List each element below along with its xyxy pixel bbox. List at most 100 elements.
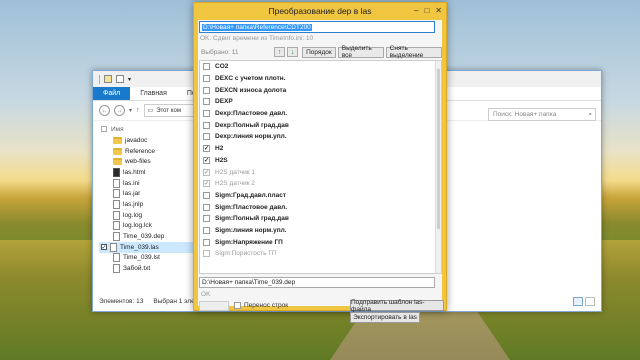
file-row[interactable]: las.html bbox=[99, 167, 199, 178]
reference-path-input[interactable]: D:\Новая+ папка\Reference\CDT200 bbox=[199, 21, 435, 33]
explorer-statusbar: Элементов: 13 Выбран 1 элем bbox=[99, 298, 199, 305]
file-row[interactable]: Time_039.dep bbox=[99, 231, 199, 242]
channel-checkbox[interactable] bbox=[203, 226, 210, 234]
quick-access-folder-icon[interactable] bbox=[104, 75, 112, 83]
channel-item[interactable]: Sigm:Град.давл.пласт bbox=[200, 190, 441, 202]
file-name: Time_039.las bbox=[120, 243, 159, 251]
move-up-icon[interactable]: ↑ bbox=[274, 47, 286, 57]
dialog-titlebar: Преобразование dep в las – □ ✕ bbox=[194, 3, 446, 19]
explorer-search-input[interactable]: Поиск: Новая+ папка ⌕ bbox=[488, 108, 596, 121]
file-row-checkbox[interactable]: ✓ bbox=[101, 244, 107, 251]
file-row[interactable]: web-files bbox=[99, 156, 199, 167]
select-all-checkbox[interactable] bbox=[101, 126, 107, 132]
quick-access-dropdown-icon[interactable]: ▾ bbox=[128, 76, 131, 83]
forward-arrow-icon[interactable]: → bbox=[114, 105, 125, 116]
channel-checkbox[interactable]: ✓ bbox=[203, 156, 210, 164]
channel-label: Sigm:Пористость ГП bbox=[215, 250, 277, 258]
move-down-icon[interactable]: ↓ bbox=[287, 47, 299, 57]
file-row[interactable]: log.log bbox=[99, 210, 199, 221]
channel-item[interactable]: ✓ H2S bbox=[200, 155, 441, 167]
channel-item[interactable]: DEXCN износа долота bbox=[200, 84, 441, 96]
ribbon-tab-home[interactable]: Главная bbox=[130, 87, 177, 100]
back-arrow-icon[interactable]: ← bbox=[99, 105, 110, 116]
up-arrow-icon[interactable]: ↑ bbox=[136, 107, 140, 114]
selected-count: Выбрано: 11 bbox=[201, 48, 239, 56]
search-icon: ⌕ bbox=[588, 110, 592, 118]
channel-label: H2 bbox=[215, 145, 224, 153]
channel-checkbox[interactable] bbox=[203, 63, 210, 71]
ribbon-tab-file[interactable]: Файл bbox=[93, 87, 131, 100]
file-row[interactable]: Reference bbox=[99, 146, 199, 157]
file-icon bbox=[113, 210, 120, 220]
channel-checkbox[interactable] bbox=[203, 215, 210, 223]
channel-checkbox[interactable] bbox=[203, 238, 210, 246]
search-placeholder: Поиск: Новая+ папка bbox=[493, 111, 557, 118]
channel-checkbox[interactable] bbox=[203, 203, 210, 211]
export-las-button[interactable]: Экспортировать в las bbox=[350, 312, 420, 323]
select-all-button[interactable]: Выделить все bbox=[337, 45, 384, 59]
quick-access-properties-icon[interactable] bbox=[116, 75, 124, 83]
dep-file-path-input[interactable]: D:\Новая+ папка\Time_039.dep bbox=[199, 277, 435, 288]
channel-toolbar: Выбрано: 11 ↑ ↓ Порядок Выделить все Сня… bbox=[198, 45, 442, 59]
channel-item[interactable]: Sigm:Напряжение ГП bbox=[200, 236, 441, 248]
channel-checkbox[interactable]: ✓ bbox=[203, 168, 210, 176]
edit-template-button[interactable]: Подправить шаблон las-файла bbox=[350, 299, 444, 313]
channel-checkbox[interactable]: ✓ bbox=[203, 180, 210, 188]
channel-label: DEXCN износа долота bbox=[215, 86, 287, 94]
close-icon[interactable]: ✕ bbox=[435, 6, 442, 15]
folder-icon bbox=[113, 158, 122, 166]
channel-item[interactable]: ✓ H2S датчик 2 bbox=[200, 178, 441, 190]
channel-checkbox[interactable] bbox=[203, 250, 210, 258]
channel-checkbox[interactable] bbox=[203, 133, 210, 141]
maximize-icon[interactable]: □ bbox=[424, 6, 429, 15]
channel-item[interactable]: Sigm:Пластовое давл. bbox=[200, 201, 441, 213]
file-row[interactable]: javadoc bbox=[99, 135, 199, 146]
order-button[interactable]: Порядок bbox=[302, 46, 336, 58]
channel-item[interactable]: Sigm:Полный град.дав bbox=[200, 213, 441, 225]
column-header-name[interactable]: Имя bbox=[99, 123, 199, 135]
file-row[interactable]: las.jnlp bbox=[99, 199, 199, 210]
channel-item[interactable]: DEXC с учетом плотн. bbox=[200, 73, 441, 85]
channel-checkbox[interactable] bbox=[203, 98, 210, 106]
channel-item[interactable]: ✓ H2 bbox=[200, 143, 441, 155]
large-icons-view-icon[interactable] bbox=[585, 297, 595, 306]
file-name: las.ini bbox=[123, 179, 140, 187]
file-icon bbox=[113, 253, 120, 263]
scrollbar-thumb[interactable] bbox=[437, 69, 440, 229]
file-row[interactable]: ✓ Time_039.las bbox=[99, 241, 199, 253]
column-header-label: Имя bbox=[111, 125, 124, 133]
channel-item[interactable]: Sigm:Пористость ГП bbox=[200, 248, 441, 260]
channel-list-scrollbar[interactable] bbox=[435, 61, 441, 273]
channel-item[interactable]: Dexp:Пластовое давл. bbox=[200, 108, 441, 120]
deselect-all-button[interactable]: Снять выделение bbox=[385, 45, 442, 59]
channel-item[interactable]: Dexp:линия норм.упл. bbox=[200, 131, 441, 143]
channel-checkbox[interactable] bbox=[203, 86, 210, 94]
line-transfer-checkbox[interactable] bbox=[234, 302, 241, 309]
channel-items: CO2 DEXC с учетом плотн. DEXCN износа доло… bbox=[200, 61, 441, 260]
details-view-icon[interactable] bbox=[573, 297, 583, 306]
channel-item[interactable]: Sigm:линия норм.упл. bbox=[200, 225, 441, 237]
channel-item[interactable]: CO2 bbox=[200, 61, 441, 73]
line-transfer-option[interactable]: Перенос строк bbox=[234, 302, 288, 309]
channel-checkbox[interactable] bbox=[203, 121, 210, 129]
recent-locations-icon[interactable]: ▾ bbox=[129, 107, 132, 114]
file-icon bbox=[110, 242, 117, 252]
channel-item[interactable]: Dexp:Полный град.дав bbox=[200, 119, 441, 131]
channel-item[interactable]: ✓ H2S датчик 1 bbox=[200, 166, 441, 178]
file-row[interactable]: log.log.lck bbox=[99, 221, 199, 232]
file-row[interactable]: Забой.txt bbox=[99, 263, 199, 274]
channel-item[interactable]: DEXP bbox=[200, 96, 441, 108]
reference-path-text: D:\Новая+ папка\Reference\CDT200 bbox=[202, 23, 312, 31]
quick-access-separator bbox=[99, 74, 100, 84]
channel-checkbox[interactable] bbox=[203, 75, 210, 83]
file-row[interactable]: las.jar bbox=[99, 188, 199, 199]
channel-checkbox[interactable] bbox=[203, 191, 210, 199]
view-switcher bbox=[573, 297, 595, 306]
file-row[interactable]: Time_039.lst bbox=[99, 253, 199, 264]
time-shift-status: OK. Сдвиг времени из TimeInfo.ini: 10 bbox=[200, 35, 314, 42]
file-row[interactable]: las.ini bbox=[99, 178, 199, 189]
channel-checkbox[interactable] bbox=[203, 110, 210, 118]
minimize-icon[interactable]: – bbox=[414, 6, 418, 15]
channel-checkbox[interactable]: ✓ bbox=[203, 145, 210, 153]
channel-label: CO2 bbox=[215, 63, 229, 71]
